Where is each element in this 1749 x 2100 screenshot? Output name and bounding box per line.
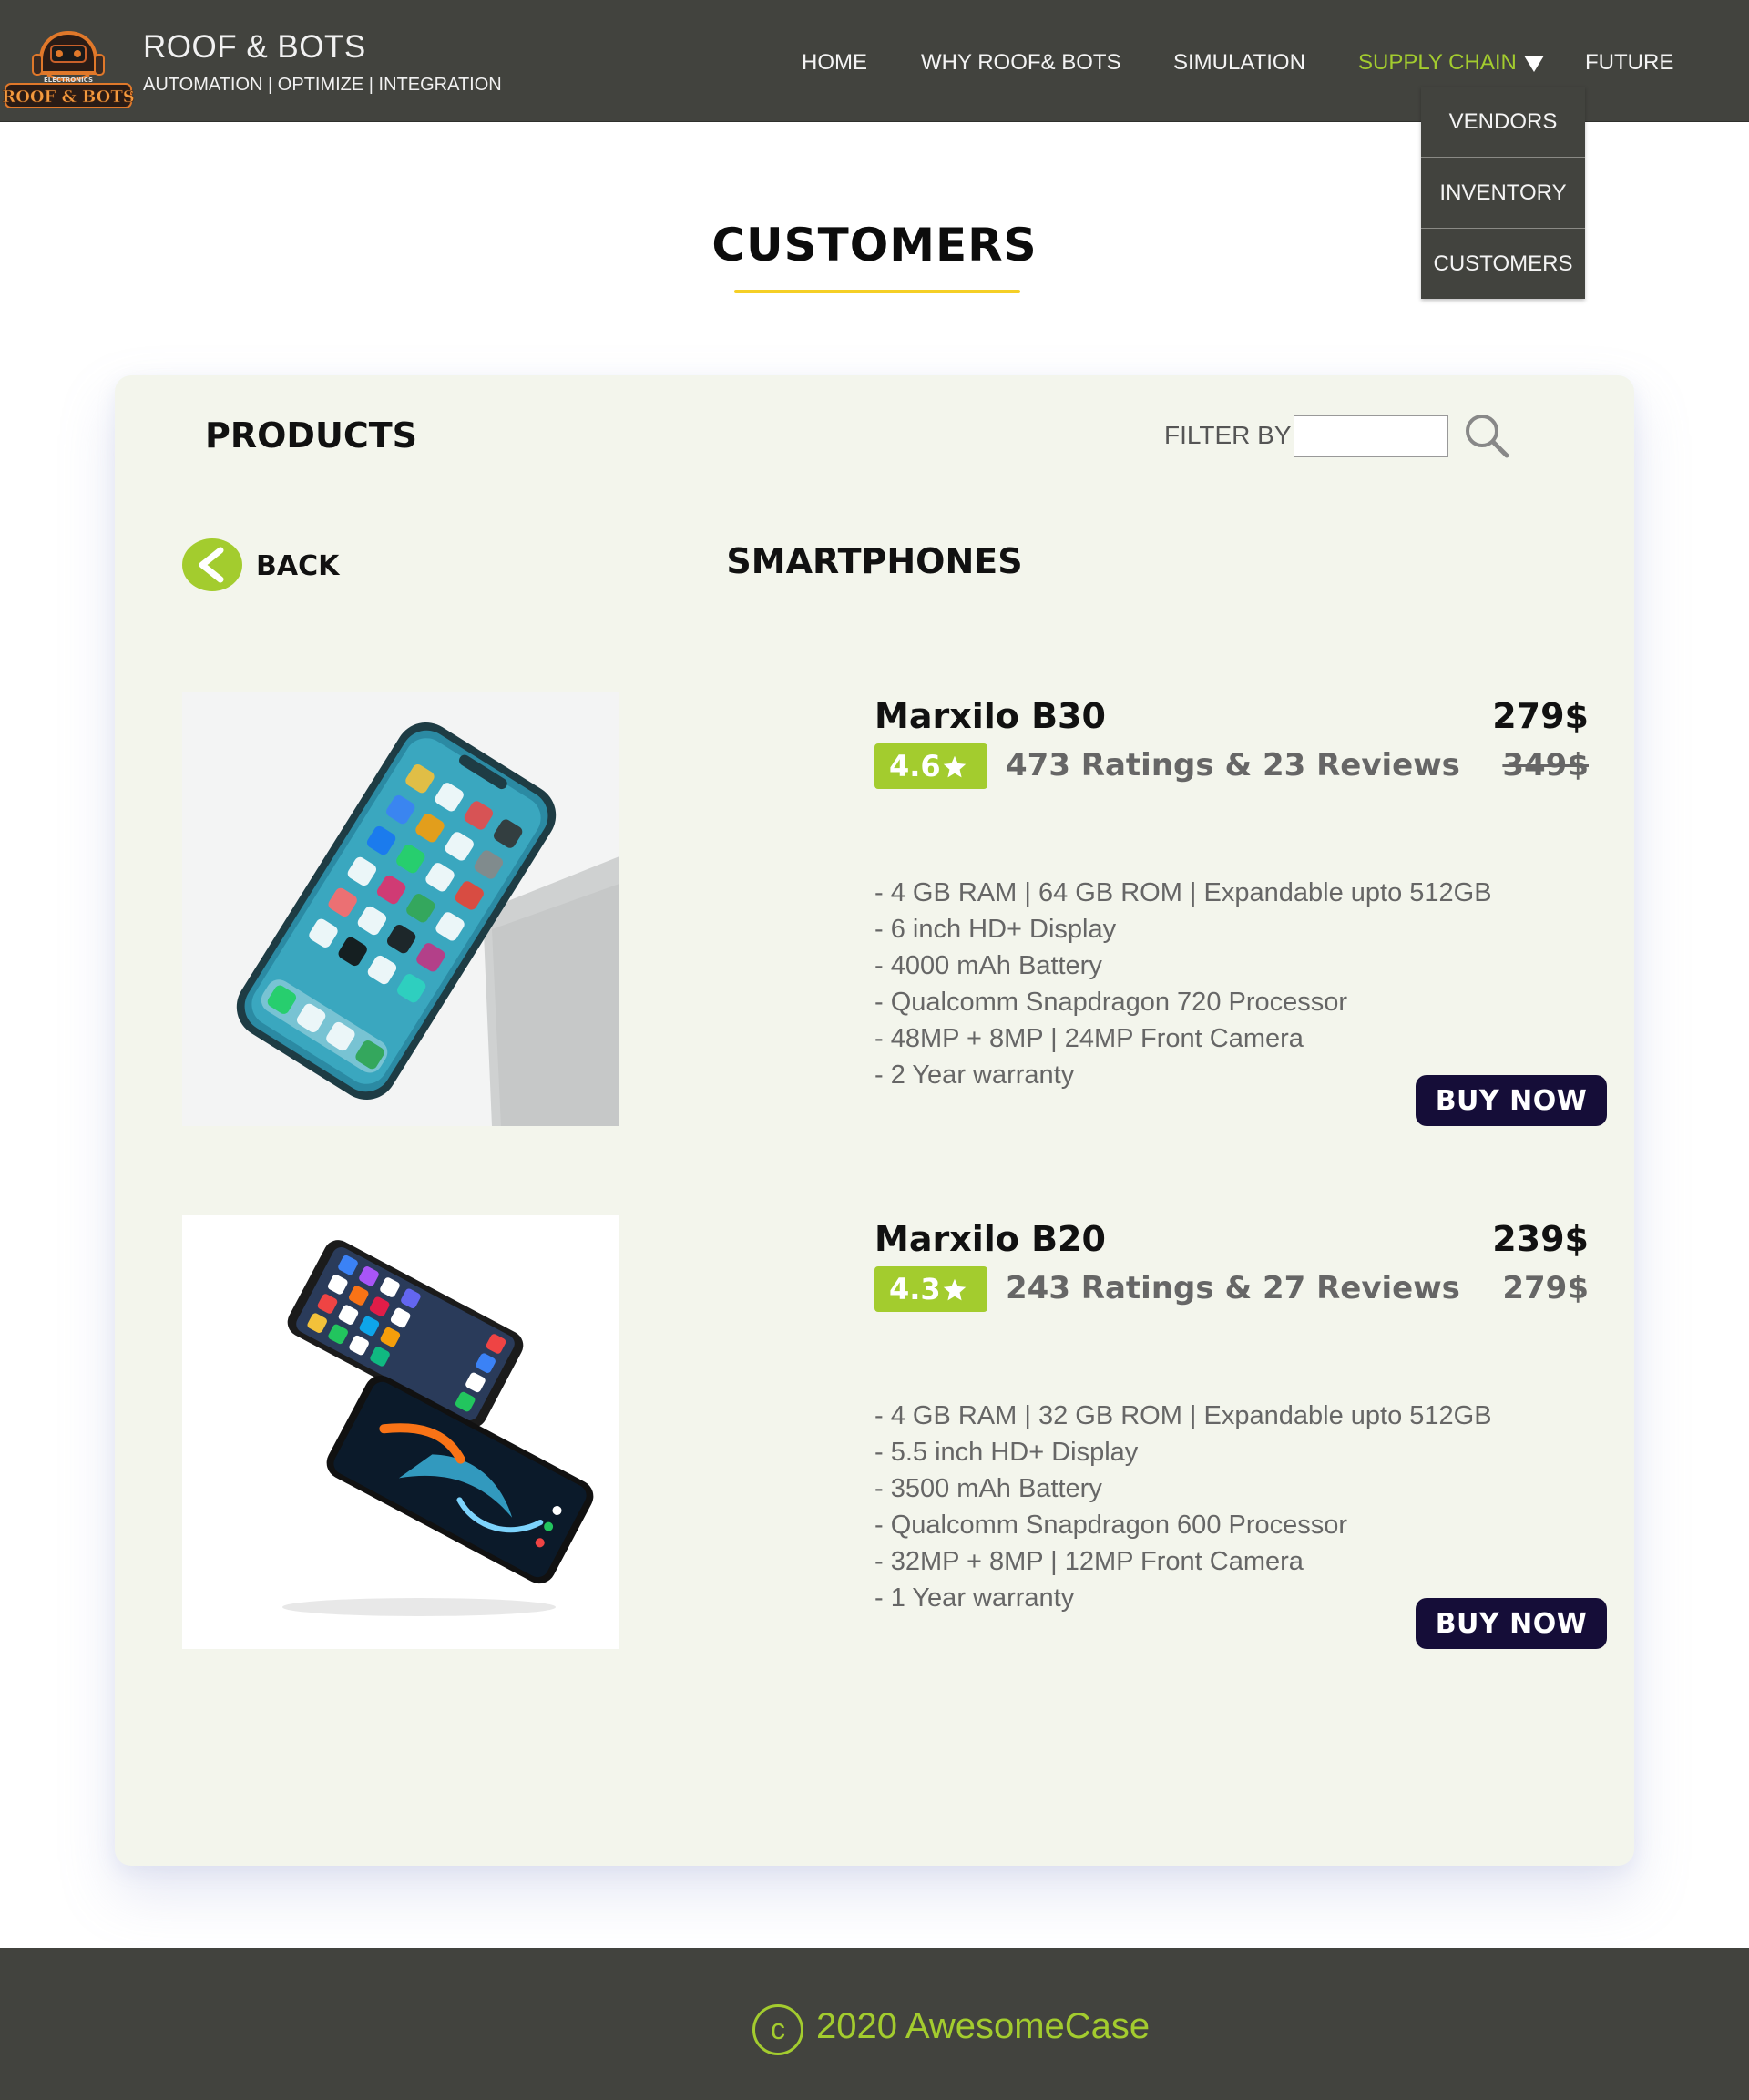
nav-future[interactable]: FUTURE — [1585, 50, 1673, 76]
product-card: Marxilo B20 239$ 4.3 243 Ratings & 27 Re… — [115, 1215, 1634, 1653]
spec-item: - 2 Year warranty — [874, 1060, 1075, 1090]
nav-home[interactable]: HOME — [802, 50, 867, 76]
product-name[interactable]: Marxilo B30 — [874, 696, 1106, 736]
original-price: 349$ — [1502, 747, 1589, 784]
svg-text:ROOF & BOTS: ROOF & BOTS — [2, 87, 135, 107]
product-specs: - 4 GB RAM | 64 GB ROM | Expandable upto… — [874, 875, 1492, 1093]
spec-item: - 5.5 inch HD+ Display — [874, 1438, 1139, 1467]
rating-value: 4.3 — [889, 1272, 941, 1306]
product-price: 279$ — [1492, 696, 1589, 736]
spec-item: - 6 inch HD+ Display — [874, 915, 1117, 944]
page-title: CUSTOMERS — [711, 219, 1038, 271]
star-icon — [943, 755, 967, 778]
spec-item: - 4 GB RAM | 64 GB ROM | Expandable upto… — [874, 878, 1492, 907]
brand-name[interactable]: ROOF & BOTS — [143, 29, 366, 66]
rating-value: 4.6 — [889, 749, 941, 784]
spec-item: - 3500 mAh Battery — [874, 1474, 1102, 1503]
nav-supply-chain-label: SUPPLY CHAIN — [1358, 50, 1517, 75]
svg-text:ELECTRONICS: ELECTRONICS — [44, 77, 93, 84]
dropdown-item-vendors[interactable]: VENDORS — [1421, 87, 1585, 158]
original-price: 279$ — [1502, 1270, 1589, 1306]
site-header: ELECTRONICS ROOF & BOTS ROOF & BOTS AUTO… — [0, 0, 1749, 299]
products-heading: PRODUCTS — [205, 415, 417, 456]
buy-now-button[interactable]: BUY NOW — [1416, 1598, 1607, 1649]
phone-photo — [182, 692, 619, 1126]
spec-item: - Qualcomm Snapdragon 600 Processor — [874, 1511, 1348, 1540]
products-card: PRODUCTS FILTER BY BACK SMARTPHONES Marx… — [115, 375, 1634, 1866]
caret-down-icon — [1523, 55, 1544, 72]
site-footer: c 2020 AwesomeCase — [0, 1948, 1749, 2100]
brand-tagline: AUTOMATION | OPTIMIZE | INTEGRATION — [143, 75, 502, 95]
rating-badge: 4.6 — [874, 743, 987, 789]
ratings-reviews-text[interactable]: 243 Ratings & 27 Reviews — [1006, 1270, 1460, 1306]
copyright-text: 2020 AwesomeCase — [816, 2006, 1151, 2046]
product-specs: - 4 GB RAM | 32 GB ROM | Expandable upto… — [874, 1398, 1492, 1616]
product-image[interactable] — [182, 692, 619, 1126]
nav-supply-chain[interactable]: SUPPLY CHAIN — [1358, 50, 1544, 76]
spec-item: - Qualcomm Snapdragon 720 Processor — [874, 988, 1348, 1017]
category-heading: SMARTPHONES — [726, 541, 1023, 581]
product-name[interactable]: Marxilo B20 — [874, 1219, 1106, 1259]
spec-item: - 48MP + 8MP | 24MP Front Camera — [874, 1024, 1304, 1053]
buy-now-button[interactable]: BUY NOW — [1416, 1075, 1607, 1126]
spec-item: - 1 Year warranty — [874, 1583, 1075, 1613]
spec-item: - 4000 mAh Battery — [874, 951, 1102, 980]
title-underline — [734, 290, 1020, 293]
ratings-reviews-text[interactable]: 473 Ratings & 23 Reviews — [1006, 747, 1460, 784]
rating-badge: 4.3 — [874, 1266, 987, 1312]
brand-logo[interactable]: ELECTRONICS ROOF & BOTS — [2, 5, 135, 113]
filter-label: FILTER BY — [1164, 421, 1292, 449]
nav-simulation[interactable]: SIMULATION — [1173, 50, 1305, 76]
spec-item: - 32MP + 8MP | 12MP Front Camera — [874, 1547, 1304, 1576]
product-card: Marxilo B30 279$ 4.6 473 Ratings & 23 Re… — [115, 692, 1634, 1130]
search-icon[interactable] — [1463, 412, 1510, 459]
star-icon — [943, 1278, 967, 1301]
spec-item: - 4 GB RAM | 32 GB ROM | Expandable upto… — [874, 1401, 1492, 1430]
copyright-icon: c — [752, 2004, 803, 2055]
phone-photo — [182, 1215, 619, 1649]
product-price: 239$ — [1492, 1219, 1589, 1259]
product-image[interactable] — [182, 1215, 619, 1649]
nav-why-roof-bots[interactable]: WHY ROOF& BOTS — [921, 50, 1121, 76]
filter-input[interactable] — [1294, 415, 1448, 457]
